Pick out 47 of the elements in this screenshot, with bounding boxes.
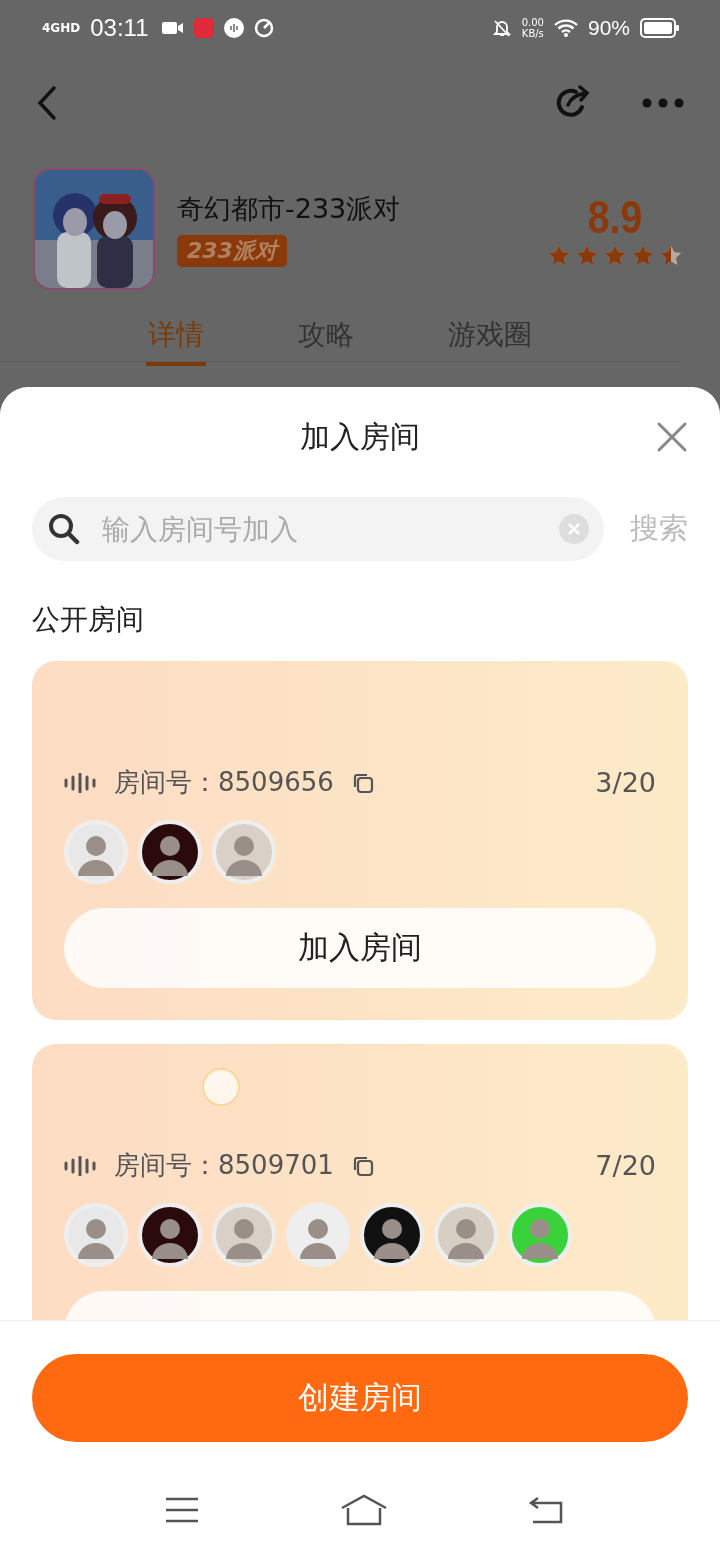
avatar — [138, 820, 202, 884]
close-icon[interactable] — [656, 421, 688, 453]
voice-icon — [64, 1155, 96, 1176]
join-room-button[interactable]: 加入房间 — [64, 908, 656, 988]
speed-unit: KB/s — [521, 27, 544, 39]
sheet-title: 加入房间 — [300, 417, 420, 456]
avatar — [64, 1203, 128, 1267]
room-number: 房间号：8509701 — [114, 1149, 334, 1182]
avatar — [212, 1203, 276, 1267]
create-room-button[interactable]: 创建房间 — [32, 1354, 688, 1442]
avatar — [286, 1203, 350, 1267]
avatar — [138, 1203, 202, 1267]
copy-icon[interactable] — [351, 1154, 374, 1177]
score: 8.9 — [587, 190, 643, 244]
avatar — [64, 820, 128, 884]
avatar — [212, 820, 276, 884]
room-number: 房间号：8509656 — [114, 766, 334, 799]
battery-icon — [640, 17, 680, 38]
video-icon — [162, 20, 185, 35]
tab[interactable]: 详情 — [146, 316, 206, 366]
voice-icon — [64, 772, 96, 793]
bubble-dot — [202, 1068, 240, 1106]
game-tag: 233派对 — [177, 235, 287, 267]
avatar — [434, 1203, 498, 1267]
battery-percent: 90% — [587, 15, 630, 40]
clock: 03:11 — [90, 13, 149, 42]
menu-icon[interactable] — [164, 1496, 200, 1524]
member-count: 7/20 — [595, 1150, 656, 1181]
avatar — [360, 1203, 424, 1267]
more-icon[interactable] — [642, 97, 684, 108]
gauge-icon — [254, 17, 275, 38]
network-label: 4GHD — [42, 20, 81, 35]
wifi-icon — [553, 18, 578, 37]
section-title: 公开房间 — [31, 602, 145, 638]
copy-icon[interactable] — [351, 771, 374, 794]
avatar — [508, 1203, 572, 1267]
search-field[interactable]: 输入房间号加入 — [32, 497, 604, 561]
search-icon — [48, 513, 80, 545]
speed-value: 0.00 — [521, 16, 544, 28]
home-icon[interactable] — [340, 1494, 388, 1526]
audio-icon — [224, 17, 245, 38]
back-nav-icon[interactable] — [528, 1496, 564, 1524]
back-icon[interactable] — [36, 84, 58, 121]
app-icon — [194, 17, 215, 38]
search-button[interactable]: 搜索 — [630, 509, 688, 549]
member-count: 3/20 — [595, 767, 656, 798]
game-title: 奇幻都市-233派对 — [177, 192, 401, 226]
